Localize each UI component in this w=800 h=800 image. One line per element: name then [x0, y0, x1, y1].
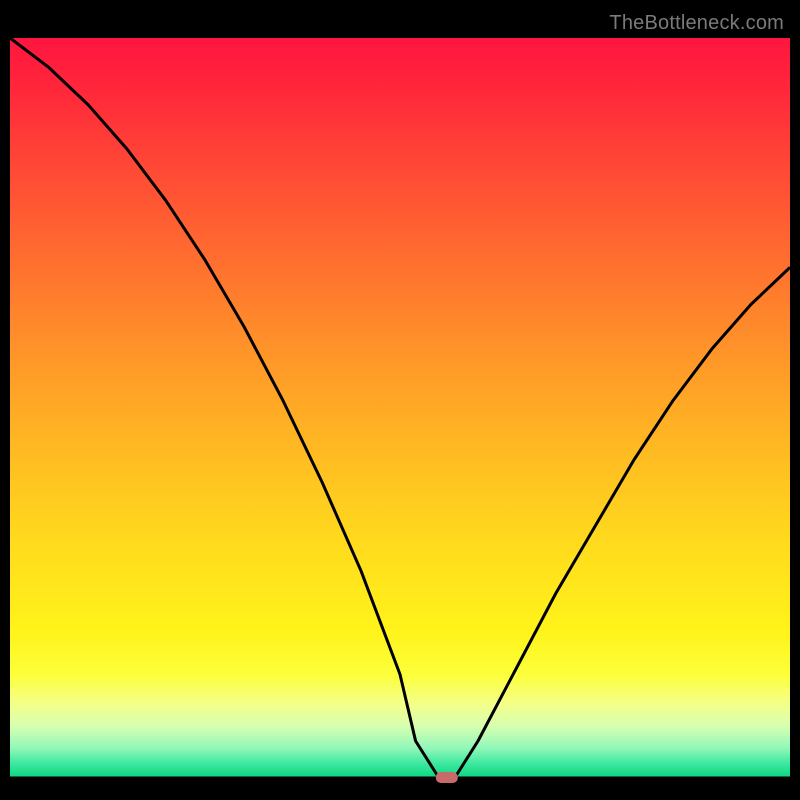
bottleneck-curve-chart [10, 10, 790, 790]
chart-frame: TheBottleneck.com [10, 10, 790, 790]
minimum-marker [436, 772, 458, 783]
attribution-label: TheBottleneck.com [609, 12, 784, 35]
